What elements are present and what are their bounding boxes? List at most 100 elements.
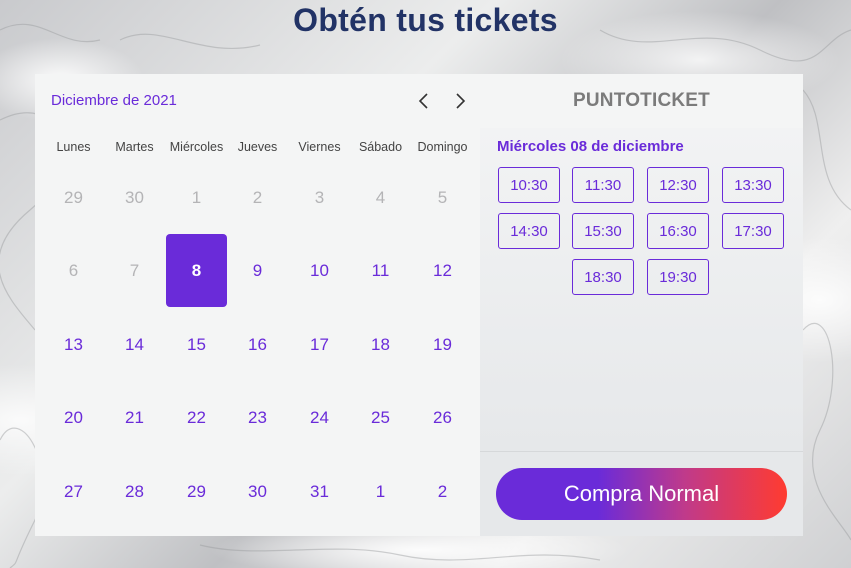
calendar-day: 29 <box>43 161 104 234</box>
chevron-left-icon <box>418 93 428 109</box>
month-label: Diciembre de 2021 <box>51 92 177 109</box>
weekday-label: Viernes <box>298 140 341 154</box>
calendar-day[interactable]: 27 <box>43 455 104 528</box>
calendar-day[interactable]: 13 <box>43 308 104 381</box>
calendar-day-number: 31 <box>310 481 329 501</box>
calendar-day[interactable]: 10 <box>289 234 350 307</box>
calendar-day[interactable]: 16 <box>227 308 288 381</box>
calendar-day: 2 <box>227 161 288 234</box>
calendar-day-number: 23 <box>248 407 267 427</box>
calendar-day-number: 25 <box>371 407 390 427</box>
previous-month-button[interactable] <box>413 88 435 114</box>
calendar-day[interactable]: 29 <box>166 455 227 528</box>
calendar-day-number: 1 <box>375 481 386 501</box>
purchase-area: Compra Normal <box>480 452 803 536</box>
selected-date-label: Miércoles 08 de diciembre <box>497 138 684 155</box>
calendar-day[interactable]: 15 <box>166 308 227 381</box>
calendar-day-number: 20 <box>64 407 83 427</box>
calendar-day: 3 <box>289 161 350 234</box>
time-slot-button[interactable]: 13:30 <box>722 167 784 203</box>
compra-normal-button[interactable]: Compra Normal <box>496 468 787 520</box>
calendar-day-number: 16 <box>248 334 267 354</box>
calendar-day-number: 7 <box>129 260 140 280</box>
calendar-day[interactable]: 11 <box>350 234 411 307</box>
time-slot-button[interactable]: 15:30 <box>572 213 634 249</box>
calendar-day: 5 <box>412 161 473 234</box>
calendar-day-number: 29 <box>187 481 206 501</box>
calendar-day[interactable]: 21 <box>104 381 165 454</box>
calendar-day[interactable]: 1 <box>350 455 411 528</box>
calendar-day-number: 6 <box>68 260 79 280</box>
time-slot-button[interactable]: 14:30 <box>498 213 560 249</box>
weekday-label: Miércoles <box>169 140 224 154</box>
calendar-day[interactable]: 12 <box>412 234 473 307</box>
weekday-label: Jueves <box>237 140 278 154</box>
weekday-label: Domingo <box>417 140 468 154</box>
calendar-day[interactable]: 2 <box>412 455 473 528</box>
time-slot-button[interactable]: 11:30 <box>572 167 634 203</box>
calendar-day[interactable]: 20 <box>43 381 104 454</box>
calendar-day-number: 13 <box>64 334 83 354</box>
calendar-day-number: 11 <box>371 260 390 280</box>
calendar-day-number: 26 <box>433 407 452 427</box>
calendar-day[interactable]: 28 <box>104 455 165 528</box>
time-slot-button[interactable]: 18:30 <box>572 259 634 295</box>
calendar-day[interactable]: 22 <box>166 381 227 454</box>
calendar-day: 4 <box>350 161 411 234</box>
puntoticket-logo: PUNTOTICKET <box>573 90 710 111</box>
calendar-day-number: 21 <box>125 407 144 427</box>
calendar-day: 6 <box>43 234 104 307</box>
calendar-day-number: 27 <box>64 481 83 501</box>
calendar-day[interactable]: 30 <box>227 455 288 528</box>
calendar-day: 1 <box>166 161 227 234</box>
weekday-label: Lunes <box>56 140 91 154</box>
calendar-day-number: 30 <box>125 187 144 207</box>
calendar-day-number: 9 <box>252 260 263 280</box>
calendar-day-number: 5 <box>437 187 448 207</box>
time-slot-button[interactable]: 10:30 <box>498 167 560 203</box>
brand-logo: PUNTOTICKET <box>480 74 803 128</box>
time-slot-button[interactable]: 17:30 <box>722 213 784 249</box>
calendar-day[interactable]: 14 <box>104 308 165 381</box>
calendar-day[interactable]: 23 <box>227 381 288 454</box>
calendar-day-number: 12 <box>433 260 452 280</box>
chevron-right-icon <box>456 93 466 109</box>
calendar-day-selected[interactable]: 8 <box>166 234 227 307</box>
calendar-day-number: 22 <box>187 407 206 427</box>
time-slot-button[interactable]: 19:30 <box>647 259 709 295</box>
calendar: Diciembre de 2021 Lunes Martes Miércoles Ju… <box>35 74 480 536</box>
calendar-day-number: 14 <box>125 334 144 354</box>
calendar-day[interactable]: 25 <box>350 381 411 454</box>
calendar-day[interactable]: 19 <box>412 308 473 381</box>
calendar-day[interactable]: 9 <box>227 234 288 307</box>
next-month-button[interactable] <box>449 88 471 114</box>
time-slot-button[interactable]: 16:30 <box>647 213 709 249</box>
calendar-day-number: 18 <box>371 334 390 354</box>
calendar-day: 30 <box>104 161 165 234</box>
calendar-day-number: 2 <box>252 187 263 207</box>
calendar-day-number: 8 <box>166 234 227 307</box>
ticket-card: Diciembre de 2021 Lunes Martes Miércoles Ju… <box>35 74 803 536</box>
calendar-day-number: 4 <box>375 187 386 207</box>
calendar-day[interactable]: 17 <box>289 308 350 381</box>
calendar-day[interactable]: 26 <box>412 381 473 454</box>
calendar-day[interactable]: 18 <box>350 308 411 381</box>
calendar-day-number: 28 <box>125 481 144 501</box>
page-title: Obtén tus tickets <box>293 2 558 38</box>
calendar-day-number: 17 <box>310 334 329 354</box>
calendar-day-number: 19 <box>433 334 452 354</box>
calendar-day-number: 3 <box>314 187 325 207</box>
calendar-day: 7 <box>104 234 165 307</box>
calendar-day-number: 15 <box>187 334 206 354</box>
calendar-day-number: 30 <box>248 481 267 501</box>
weekday-label: Sábado <box>358 140 403 154</box>
calendar-day-number: 2 <box>437 481 448 501</box>
schedule-panel: PUNTOTICKET Miércoles 08 de diciembre 10… <box>480 74 803 536</box>
weekday-header: Lunes Martes Miércoles Jueves Viernes Sábado D… <box>43 140 473 156</box>
calendar-day[interactable]: 24 <box>289 381 350 454</box>
calendar-day[interactable]: 31 <box>289 455 350 528</box>
time-slot-button[interactable]: 12:30 <box>647 167 709 203</box>
calendar-day-number: 29 <box>64 187 83 207</box>
calendar-day-number: 24 <box>310 407 329 427</box>
calendar-day-number: 1 <box>191 187 202 207</box>
